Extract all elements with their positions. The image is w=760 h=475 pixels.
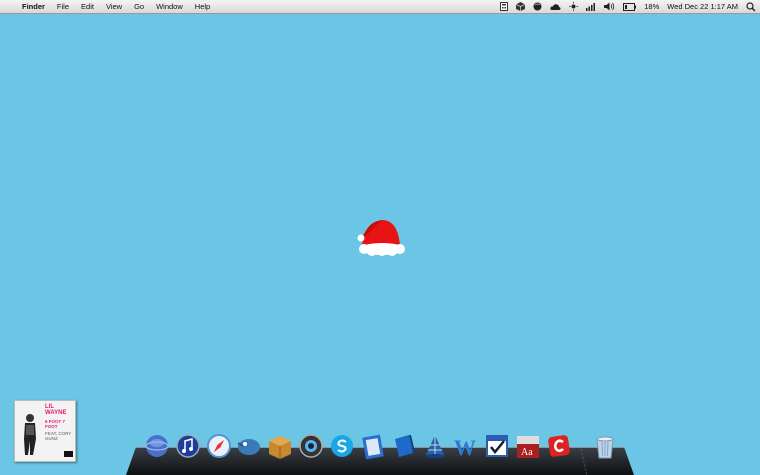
- skype-icon[interactable]: [329, 433, 355, 461]
- spotlight-icon[interactable]: [742, 1, 760, 12]
- cloud-icon[interactable]: [546, 3, 565, 11]
- itunes-icon[interactable]: [175, 433, 201, 461]
- dictionary-icon[interactable]: Aa: [515, 433, 541, 461]
- trash-icon[interactable]: [592, 433, 618, 461]
- checkbox-icon[interactable]: [484, 433, 510, 461]
- album-feat: FEAT. CORY GUNZ: [45, 431, 72, 441]
- status-menus: 18% Wed Dec 22 1:17 AM: [496, 0, 760, 13]
- twitter-bird-icon[interactable]: [236, 433, 262, 461]
- svg-text:W: W: [454, 435, 476, 460]
- safari-icon[interactable]: [206, 433, 232, 461]
- menu-help[interactable]: Help: [189, 0, 216, 13]
- word-icon[interactable]: W: [453, 433, 479, 461]
- album-artist: LIL WAYNE: [45, 404, 67, 416]
- cloudapp-icon[interactable]: [546, 433, 572, 461]
- artist-photo: [24, 414, 36, 455]
- menu-edit[interactable]: Edit: [75, 0, 100, 13]
- quicktime-icon[interactable]: [298, 433, 324, 461]
- textwrangler-icon[interactable]: [360, 433, 386, 461]
- menu-finder[interactable]: Finder: [16, 0, 51, 13]
- itunes-globe-icon[interactable]: [144, 433, 170, 461]
- menu-bar: Finder File Edit View Go Window Help 18%: [0, 0, 760, 14]
- network-icon[interactable]: [422, 433, 448, 461]
- calculator-icon[interactable]: [496, 2, 512, 11]
- disc-icon[interactable]: [529, 2, 546, 11]
- battery-percent[interactable]: 18%: [640, 0, 663, 13]
- battery-icon[interactable]: [619, 2, 640, 11]
- menu-go[interactable]: Go: [128, 0, 150, 13]
- clock[interactable]: Wed Dec 22 1:17 AM: [663, 0, 742, 13]
- blue-book-icon[interactable]: [391, 433, 417, 461]
- brightness-icon[interactable]: [565, 2, 582, 11]
- album-title: 6 FOOT 7 FOOT: [45, 419, 66, 429]
- menu-file[interactable]: File: [51, 0, 75, 13]
- dictionary-label: Aa: [521, 447, 533, 458]
- volume-icon[interactable]: [600, 2, 619, 11]
- menu-window[interactable]: Window: [150, 0, 189, 13]
- santa-hat-icon[interactable]: [352, 214, 408, 260]
- menu-view[interactable]: View: [100, 0, 128, 13]
- cube-icon[interactable]: [512, 2, 529, 11]
- wifi-signal-icon[interactable]: [582, 2, 600, 11]
- package-icon[interactable]: [267, 433, 293, 461]
- advisory-label: [64, 451, 73, 457]
- album-art-file[interactable]: LIL WAYNE 6 FOOT 7 FOOT FEAT. CORY GUNZ: [14, 400, 76, 462]
